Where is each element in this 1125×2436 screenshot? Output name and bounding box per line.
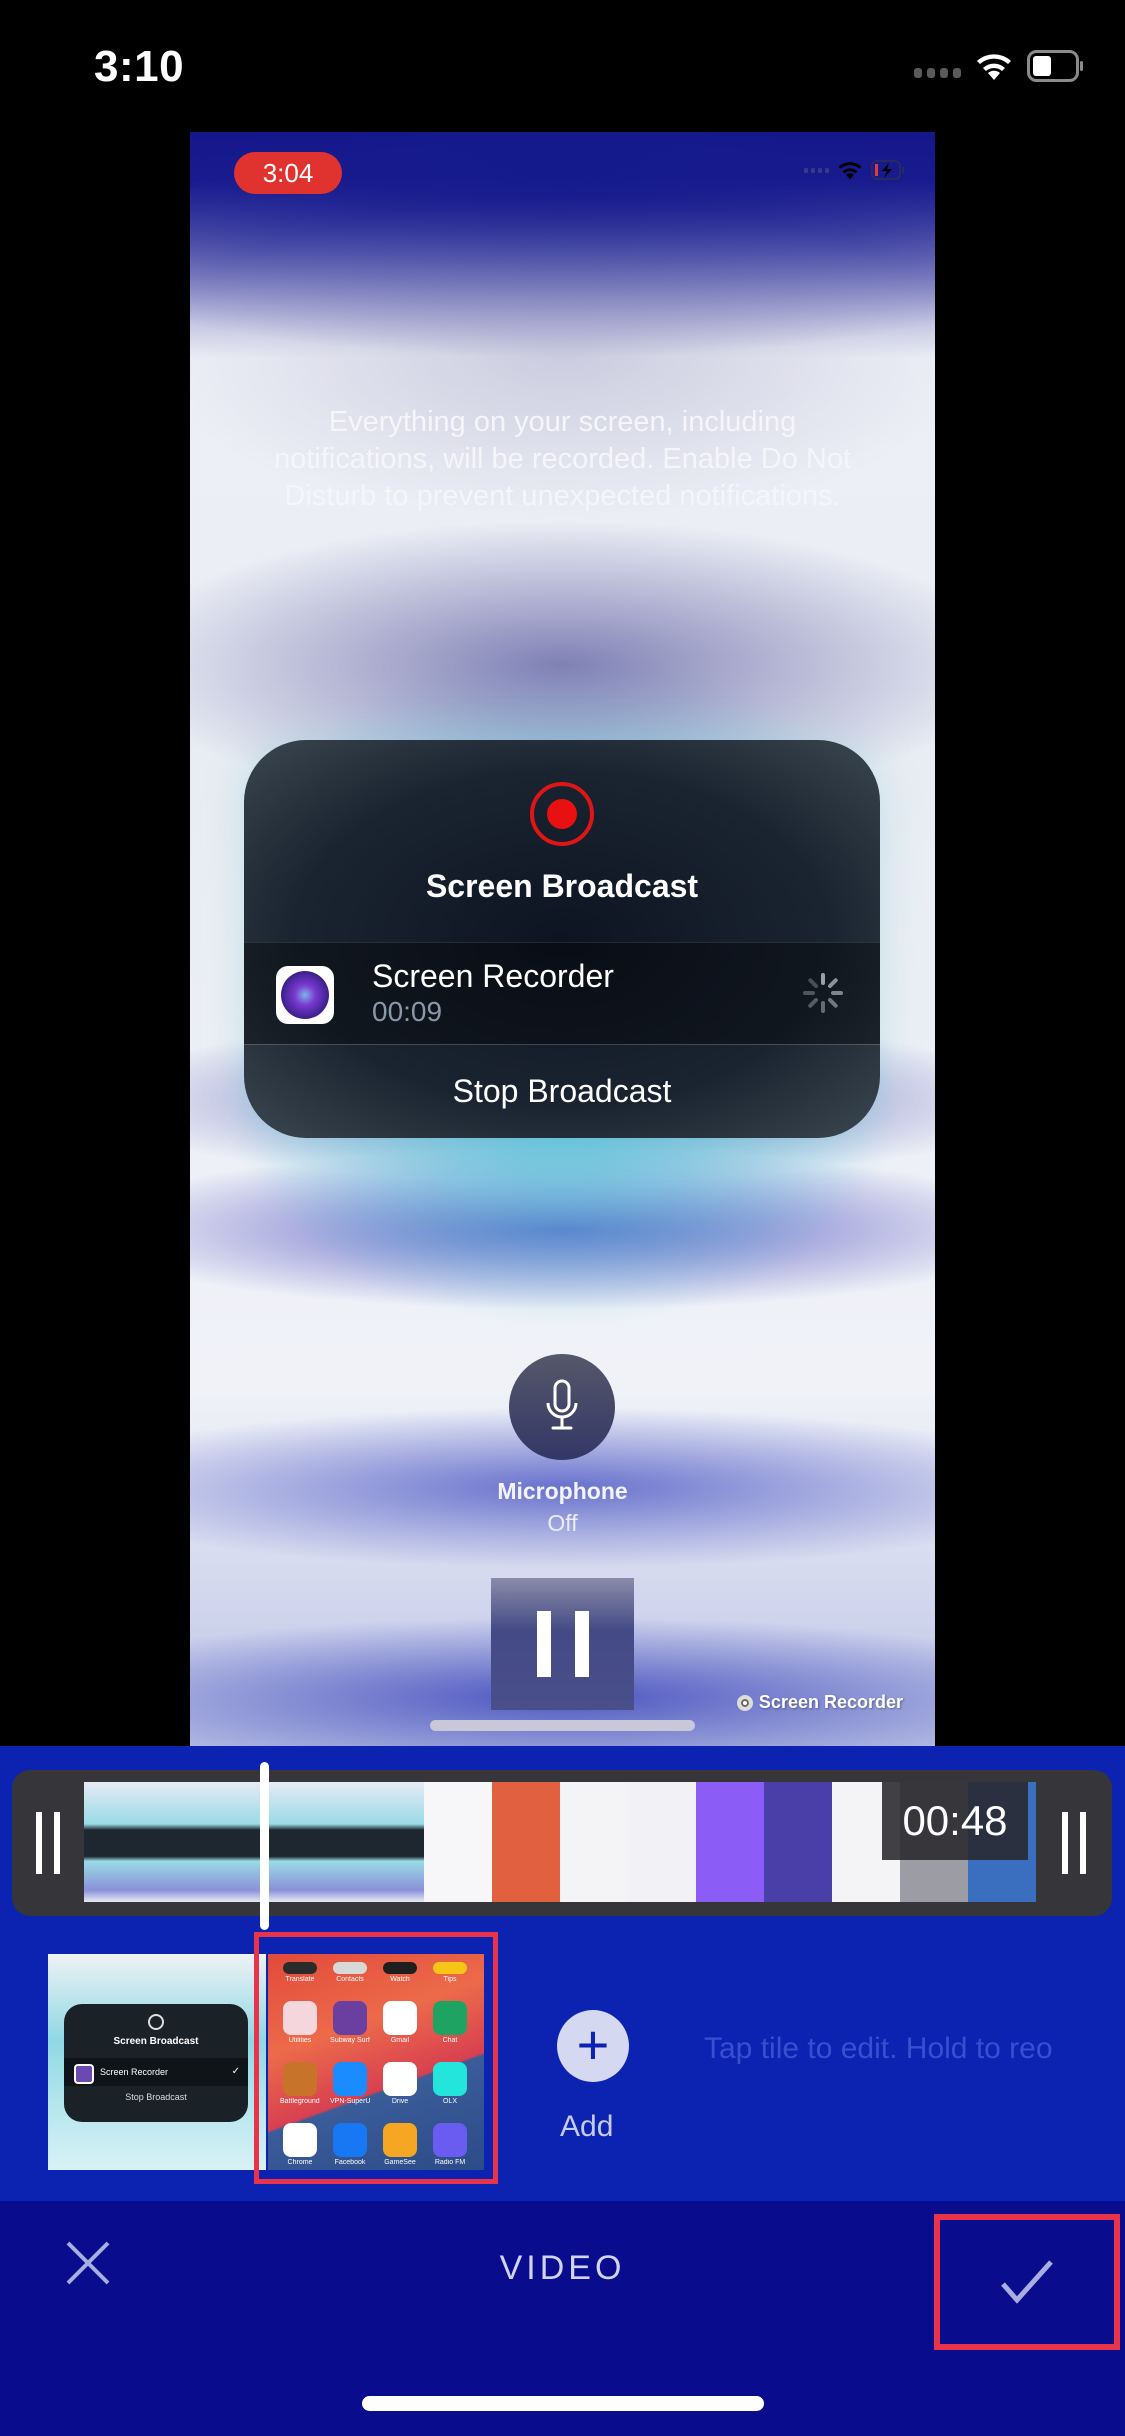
filmstrip-frame bbox=[424, 1782, 492, 1902]
selection-highlight bbox=[254, 1932, 498, 2184]
wifi-icon bbox=[975, 51, 1013, 81]
filmstrip-frame bbox=[288, 1782, 356, 1902]
watermark: Screen Recorder bbox=[736, 1692, 903, 1713]
timeline-scrubber[interactable]: 00:48 bbox=[12, 1770, 1112, 1916]
cellular-signal-icon bbox=[914, 51, 961, 81]
trim-handle-right[interactable] bbox=[1062, 1812, 1092, 1874]
clip-thumbnail: Screen Broadcast Screen Recorder Stop Br… bbox=[64, 2004, 248, 2122]
microphone-label: Microphone bbox=[497, 1478, 628, 1504]
filmstrip-frame bbox=[152, 1782, 220, 1902]
inner-battery-charging-icon bbox=[871, 160, 904, 180]
pause-button[interactable] bbox=[491, 1578, 634, 1710]
thumb-row: Screen Recorder bbox=[64, 2058, 248, 2086]
inner-wifi-icon bbox=[838, 162, 862, 180]
app-name: Screen Recorder bbox=[372, 958, 614, 994]
broadcast-app-row[interactable]: Screen Recorder 00:09 bbox=[244, 942, 880, 1044]
thumb-title: Screen Broadcast bbox=[113, 2036, 199, 2047]
screen-broadcast-card: Screen Broadcast Screen Recorder 00:09 S… bbox=[244, 740, 880, 1138]
hint-text: Tap tile to edit. Hold to reo bbox=[704, 2032, 1053, 2065]
recording-warning-text: Everything on your screen, including not… bbox=[273, 406, 852, 512]
microphone-toggle[interactable] bbox=[509, 1354, 615, 1460]
record-icon bbox=[148, 2014, 164, 2030]
status-time: 3:10 bbox=[94, 42, 185, 91]
add-clip-button[interactable]: + bbox=[557, 2010, 629, 2082]
inner-cellular-icon bbox=[804, 167, 829, 173]
pause-icon bbox=[574, 1611, 589, 1677]
microphone-icon bbox=[546, 1379, 578, 1430]
watermark-logo-icon bbox=[736, 1694, 753, 1711]
record-icon bbox=[530, 782, 594, 846]
status-bar: 3:10 bbox=[0, 0, 1125, 132]
filmstrip-frame bbox=[628, 1782, 696, 1902]
recording-time-pill: 3:04 bbox=[234, 152, 342, 194]
filmstrip-frame bbox=[84, 1782, 152, 1902]
filmstrip-frame bbox=[220, 1782, 288, 1902]
status-icons bbox=[914, 50, 1085, 82]
app-elapsed-time: 00:09 bbox=[372, 996, 443, 1027]
home-indicator[interactable] bbox=[362, 2396, 764, 2411]
duration-label: 00:48 bbox=[882, 1782, 1028, 1860]
filmstrip-frame bbox=[492, 1782, 560, 1902]
loading-spinner-icon bbox=[803, 973, 843, 1013]
video-preview[interactable]: 3:04 Everything on your screen, includin… bbox=[190, 132, 935, 1746]
inner-home-indicator bbox=[430, 1720, 695, 1731]
thumb-stop: Stop Broadcast bbox=[125, 2092, 187, 2102]
inner-status-icons bbox=[804, 160, 905, 180]
broadcast-title: Screen Broadcast bbox=[425, 868, 699, 904]
watermark-text: Screen Recorder bbox=[758, 1692, 903, 1712]
confirm-button[interactable] bbox=[934, 2214, 1120, 2350]
checkmark-icon bbox=[1001, 2260, 1053, 2304]
filmstrip-frame bbox=[696, 1782, 764, 1902]
editor-panel: 00:48 Screen Broadcast Screen Recorder S… bbox=[0, 1746, 1125, 2201]
filmstrip-frame bbox=[764, 1782, 832, 1902]
battery-icon bbox=[1027, 50, 1085, 82]
playhead[interactable] bbox=[260, 1762, 269, 1930]
stop-broadcast-button[interactable]: Stop Broadcast bbox=[244, 1044, 880, 1138]
pause-icon bbox=[536, 1611, 551, 1677]
trim-handle-left[interactable] bbox=[36, 1812, 66, 1874]
clip-tile[interactable]: Screen Broadcast Screen Recorder Stop Br… bbox=[48, 1954, 266, 2170]
microphone-state: Off bbox=[547, 1510, 578, 1536]
screen-recorder-app-icon bbox=[276, 966, 334, 1024]
clip-tray: Screen Broadcast Screen Recorder Stop Br… bbox=[0, 1932, 1125, 2194]
filmstrip-frame bbox=[560, 1782, 628, 1902]
filmstrip-frame bbox=[356, 1782, 424, 1902]
add-label[interactable]: Add bbox=[560, 2110, 613, 2144]
